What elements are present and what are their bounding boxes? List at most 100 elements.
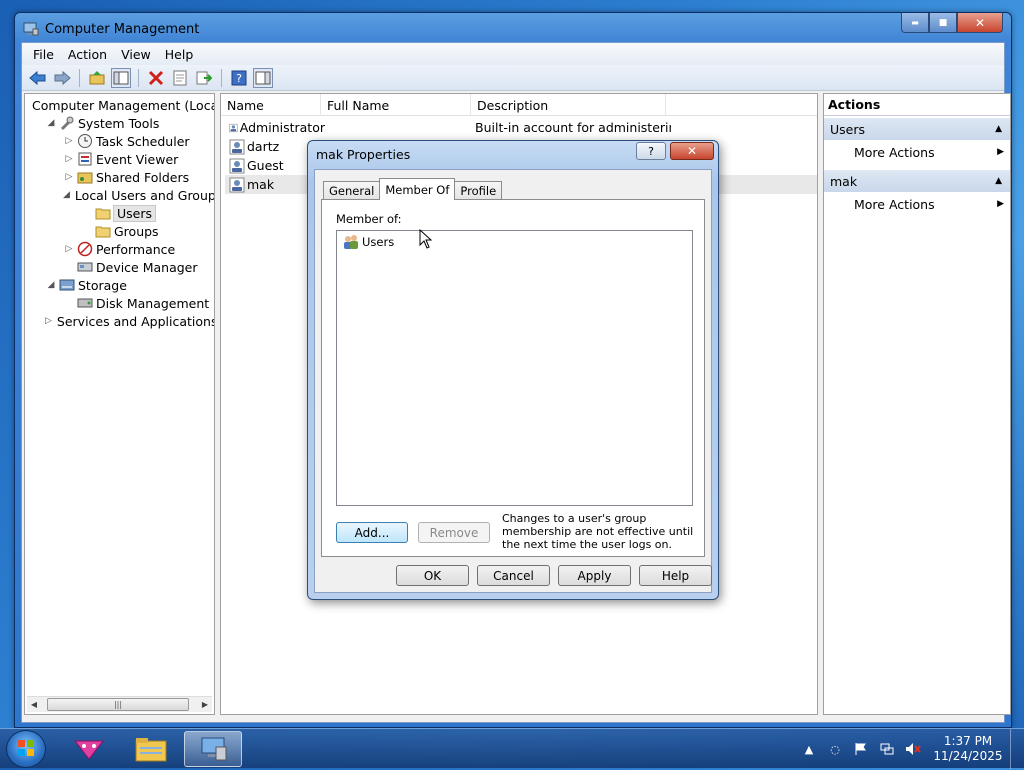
export-list-button[interactable] xyxy=(194,68,214,88)
toolbar: ? xyxy=(22,65,1004,91)
tree-expander-icon[interactable]: ▷ xyxy=(63,244,75,254)
performance-icon xyxy=(77,241,93,257)
action-center-flag-icon[interactable] xyxy=(853,741,869,757)
tab-profile[interactable]: Profile xyxy=(454,181,503,200)
show-hidden-icons-icon[interactable]: ▲ xyxy=(801,741,817,757)
more-actions-item[interactable]: More Actions ▶ xyxy=(824,140,1010,164)
menu-help[interactable]: Help xyxy=(158,47,201,62)
console-tree: Computer Management (Local ◢ System Tools ▷… xyxy=(25,94,214,330)
remove-button[interactable]: Remove xyxy=(418,522,490,543)
computer-management-app-icon xyxy=(23,22,39,36)
actions-header: Actions xyxy=(824,94,1010,116)
collapse-up-icon[interactable]: ▲ xyxy=(995,124,1002,134)
column-full-name[interactable]: Full Name xyxy=(321,94,471,116)
tree-item[interactable]: ◢ System Tools xyxy=(25,114,214,132)
tree-horizontal-scrollbar[interactable]: ◀ ||| ▶ xyxy=(27,696,212,712)
mak-properties-dialog: mak Properties ? ✕ General Member Of Pro… xyxy=(307,140,719,600)
help-button[interactable]: ? xyxy=(229,68,249,88)
tab-general[interactable]: General xyxy=(323,181,381,200)
taskbar: ▲ ◌ 1:37 PM 11/24/2025 xyxy=(0,728,1024,769)
menu-view[interactable]: View xyxy=(114,47,158,62)
tree-expander-icon[interactable]: ▷ xyxy=(45,316,52,326)
help-question-icon: ? xyxy=(648,144,654,158)
table-row[interactable]: Administrator Built-in account for admini… xyxy=(225,118,817,137)
actions-section-mak[interactable]: mak ▲ xyxy=(824,170,1010,192)
tree-item-label: Groups xyxy=(114,223,159,239)
title-bar[interactable]: Computer Management xyxy=(23,19,199,39)
back-icon xyxy=(29,70,46,85)
tree-item[interactable]: ▷ Shared Folders xyxy=(25,168,214,186)
member-of-list[interactable]: Users xyxy=(336,230,693,506)
cancel-button[interactable]: Cancel xyxy=(477,565,550,586)
column-name[interactable]: Name xyxy=(221,94,321,116)
collapse-up-icon[interactable]: ▲ xyxy=(995,176,1002,186)
tree-expander-icon[interactable]: ◢ xyxy=(63,190,70,200)
help-icon: ? xyxy=(231,70,247,85)
tree-expander-icon[interactable]: ▷ xyxy=(63,136,75,146)
tree-expander-icon[interactable]: ◢ xyxy=(45,280,57,290)
tree-item[interactable]: ▷ Task Scheduler xyxy=(25,132,214,150)
group-icon xyxy=(344,235,358,249)
ok-button[interactable]: OK xyxy=(396,565,469,586)
network-icon[interactable] xyxy=(879,741,895,757)
close-button[interactable]: ✕ xyxy=(957,13,1003,33)
actions-section-users[interactable]: Users ▲ xyxy=(824,118,1010,140)
show-hide-action-pane-button[interactable] xyxy=(253,67,273,88)
scrollbar-thumb[interactable]: ||| xyxy=(47,698,189,711)
dialog-body: General Member Of Profile Member of: Use… xyxy=(314,169,712,593)
tree-item[interactable]: ◢ Local Users and Groups xyxy=(25,186,214,204)
column-description[interactable]: Description xyxy=(471,94,666,116)
tree-item[interactable]: ▷ Performance xyxy=(25,240,214,258)
tree-item[interactable]: ▷ Services and Applications xyxy=(25,312,214,330)
show-hide-tree-button[interactable] xyxy=(111,67,131,88)
help-dialog-button[interactable]: Help xyxy=(639,565,712,586)
tree-item-label: System Tools xyxy=(78,115,160,131)
back-button[interactable] xyxy=(28,68,48,88)
minimize-button[interactable]: ▬ xyxy=(901,13,929,33)
tree-item[interactable]: ◢ Storage xyxy=(25,276,214,294)
dialog-help-button[interactable]: ? xyxy=(636,142,666,160)
scroll-right-icon[interactable]: ▶ xyxy=(198,700,212,709)
volume-muted-icon[interactable] xyxy=(905,741,921,757)
menu-action[interactable]: Action xyxy=(61,47,114,62)
list-header: Name Full Name Description xyxy=(221,94,817,116)
tree-item[interactable]: Groups xyxy=(25,222,214,240)
add-button[interactable]: Add... xyxy=(336,522,408,543)
taskbar-paint-app[interactable] xyxy=(60,731,118,767)
actions-section-title: mak xyxy=(830,173,858,189)
start-button[interactable] xyxy=(6,730,46,768)
computer-management-icon xyxy=(201,737,227,761)
delete-button[interactable] xyxy=(146,68,166,88)
tree-item[interactable]: ▷ Event Viewer xyxy=(25,150,214,168)
up-one-level-button[interactable] xyxy=(87,68,107,88)
tree-expander-icon[interactable]: ◢ xyxy=(45,118,57,128)
tree-item-label: Task Scheduler xyxy=(96,133,190,149)
up-folder-icon xyxy=(89,70,105,84)
properties-button[interactable] xyxy=(170,68,190,88)
tree-item[interactable]: Disk Management xyxy=(25,294,214,312)
more-actions-label: More Actions xyxy=(854,196,935,212)
tree-item[interactable]: Computer Management (Local xyxy=(25,96,214,114)
tab-member-of[interactable]: Member Of xyxy=(379,178,456,200)
scroll-left-icon[interactable]: ◀ xyxy=(27,700,41,709)
list-item[interactable]: Users xyxy=(343,234,394,250)
more-actions-item[interactable]: More Actions ▶ xyxy=(824,192,1010,216)
apply-button[interactable]: Apply xyxy=(558,565,631,586)
tree-item[interactable]: Users xyxy=(25,204,214,222)
tree-item[interactable]: Device Manager xyxy=(25,258,214,276)
user-icon xyxy=(229,158,245,173)
menu-file[interactable]: File xyxy=(26,47,61,62)
tree-expander-icon[interactable]: ▷ xyxy=(63,172,75,182)
dialog-close-button[interactable]: ✕ xyxy=(670,142,714,160)
window-title: Computer Management xyxy=(45,21,200,37)
forward-button[interactable] xyxy=(52,68,72,88)
shared-folder-icon xyxy=(77,172,93,184)
taskbar-computer-management[interactable] xyxy=(184,731,242,767)
show-desktop-button[interactable] xyxy=(1010,729,1024,769)
clock[interactable]: 1:37 PM 11/24/2025 xyxy=(930,734,1006,764)
taskbar-explorer[interactable] xyxy=(122,731,180,767)
forward-icon xyxy=(54,70,71,85)
loading-icon[interactable]: ◌ xyxy=(827,741,843,757)
maximize-button[interactable]: ■ xyxy=(929,13,957,33)
tree-expander-icon[interactable]: ▷ xyxy=(63,154,75,164)
